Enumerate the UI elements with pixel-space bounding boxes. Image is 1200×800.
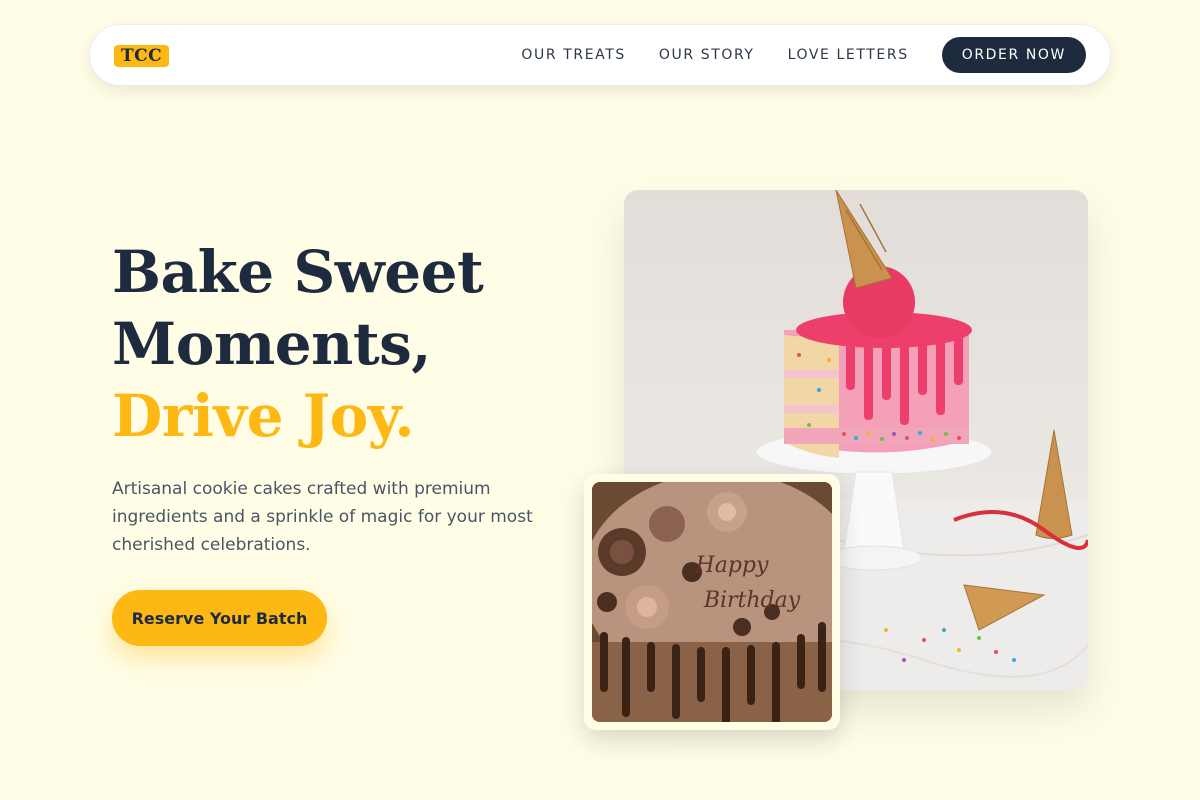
nav-link-our-treats[interactable]: OUR TREATS: [521, 47, 626, 63]
icing-happy: Happy: [695, 553, 769, 578]
nav-link-our-story[interactable]: OUR STORY: [659, 47, 755, 63]
hero-headline: Bake Sweet Moments, Drive Joy.: [112, 236, 582, 452]
birthday-cake-photo: Happy Birthday: [592, 482, 832, 722]
brand-logo[interactable]: TCC: [114, 45, 170, 67]
headline-accent: Drive Joy.: [112, 382, 415, 450]
nav-link-love-letters[interactable]: LOVE LETTERS: [788, 47, 909, 63]
icing-birthday: Birthday: [703, 588, 801, 613]
reserve-batch-button[interactable]: Reserve Your Batch: [112, 590, 327, 646]
nav-links: OUR TREATS OUR STORY LOVE LETTERS ORDER …: [521, 37, 1086, 73]
headline-line-1: Bake Sweet: [112, 238, 484, 306]
landing-page: TCC OUR TREATS OUR STORY LOVE LETTERS OR…: [0, 0, 1200, 800]
hero-subtitle: Artisanal cookie cakes crafted with prem…: [112, 479, 533, 555]
birthday-cake-card: Happy Birthday: [584, 474, 840, 730]
birthday-cake-illustration: Happy Birthday: [592, 482, 832, 722]
top-nav: TCC OUR TREATS OUR STORY LOVE LETTERS OR…: [89, 24, 1111, 86]
headline-line-2: Moments,: [112, 310, 431, 378]
order-now-button[interactable]: ORDER NOW: [941, 37, 1086, 73]
